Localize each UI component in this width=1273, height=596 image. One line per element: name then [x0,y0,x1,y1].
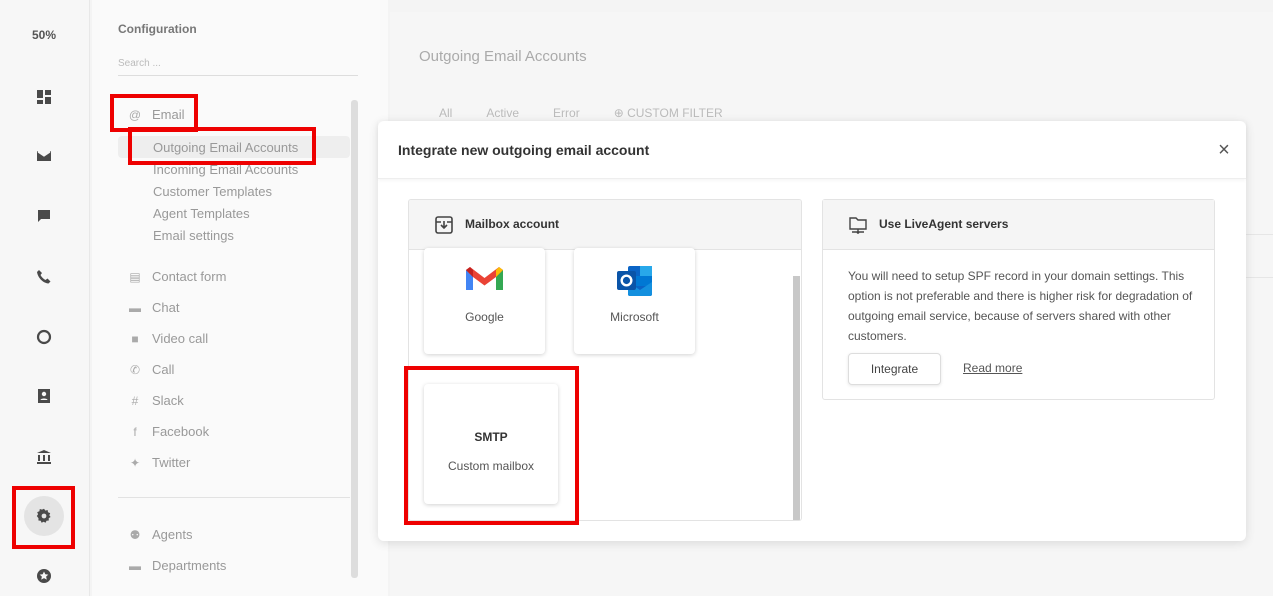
menu-group-email-label: Email [152,107,185,122]
contacts-icon[interactable] [24,376,64,416]
menu-group-contact-form-label: Contact form [152,269,227,284]
menu-group-call-label: Call [152,362,175,377]
menu-group-call[interactable]: ✆ Call [126,362,174,377]
menu-group-departments[interactable]: ▬ Departments [126,558,226,573]
microsoft-label: Microsoft [610,310,659,324]
mailbox-account-card: Mailbox account Google Microsoft SMTP Cu… [408,199,802,521]
icon-rail: 50% [0,0,90,596]
filter-tabs: All Active Error ⊕ CUSTOM FILTER [439,106,757,120]
google-tile[interactable]: Google [424,248,545,354]
configuration-title: Configuration [118,22,197,36]
menu-group-agents[interactable]: ⚉ Agents [126,527,193,542]
menu-group-video-call[interactable]: ■ Video call [126,331,208,346]
tab-custom-filter-label: CUSTOM FILTER [627,106,723,120]
modal-title: Integrate new outgoing email account [398,142,650,158]
menu-group-contact-form[interactable]: ▤ Contact form [126,269,226,284]
mailbox-scrollbar[interactable] [793,276,800,520]
smtp-description: Custom mailbox [447,459,535,473]
menu-group-twitter-label: Twitter [152,455,191,470]
at-sign-icon: @ [128,108,142,122]
menu-group-slack[interactable]: # Slack [126,393,184,408]
microsoft-tile[interactable]: Microsoft [574,248,695,354]
menu-item-outgoing-email-accounts[interactable]: Outgoing Email Accounts [153,140,298,155]
chat-bubble-icon: ▬ [129,301,141,315]
reports-icon[interactable] [24,317,64,357]
folder-icon: ▬ [129,559,141,573]
liveagent-card-title: Use LiveAgent servers [879,217,1009,231]
config-search-input[interactable]: Search ... [118,58,358,76]
menu-group-email[interactable]: @ Email [126,107,185,122]
add-circle-icon: ⊕ [613,106,628,120]
plugins-icon[interactable] [24,556,64,596]
menu-group-facebook-label: Facebook [152,424,210,439]
tab-active[interactable]: Active [486,106,519,120]
phone-icon[interactable] [24,257,64,297]
dashboard-icon[interactable] [24,77,64,117]
integrate-button[interactable]: Integrate [848,353,941,385]
menu-group-chat[interactable]: ▬ Chat [126,300,179,315]
server-folder-icon [849,217,867,234]
row-divider [1245,277,1273,278]
phone-icon: ✆ [129,363,141,377]
video-icon: ■ [131,332,139,346]
modal-header: Integrate new outgoing email account × [378,121,1246,179]
facebook-icon: f [133,425,137,439]
smtp-tile[interactable]: SMTP Custom mailbox [424,384,558,504]
menu-group-agents-label: Agents [152,527,193,542]
zoom-level[interactable]: 50% [0,28,88,42]
mailbox-card-title: Mailbox account [465,217,560,231]
menu-group-facebook[interactable]: f Facebook [126,424,209,439]
mailbox-card-header: Mailbox account [409,200,801,250]
people-icon: ⚉ [129,528,141,542]
google-label: Google [465,310,504,324]
menu-scrollbar[interactable] [351,100,358,578]
row-divider [1245,234,1273,235]
menu-item-incoming-email-accounts[interactable]: Incoming Email Accounts [153,162,298,177]
slack-icon: # [131,394,139,408]
knowledgebase-icon[interactable] [24,437,64,477]
tab-custom-filter[interactable]: ⊕ CUSTOM FILTER [614,106,723,120]
menu-item-email-settings[interactable]: Email settings [153,228,234,243]
settings-icon[interactable] [24,496,64,536]
read-more-link[interactable]: Read more [963,361,1022,375]
smtp-title: SMTP [474,430,508,444]
menu-item-agent-templates[interactable]: Agent Templates [153,206,250,221]
twitter-icon: ✦ [129,456,141,470]
menu-divider [118,497,350,498]
liveagent-card-header: Use LiveAgent servers [823,200,1214,250]
chat-icon[interactable] [24,196,64,236]
liveagent-description: You will need to setup SPF record in you… [848,269,1193,343]
outlook-icon [617,266,652,296]
page-title: Outgoing Email Accounts [419,48,587,65]
close-icon[interactable]: × [1214,140,1234,160]
menu-group-slack-label: Slack [152,393,184,408]
tab-all[interactable]: All [439,106,452,120]
inbox-download-icon [435,216,453,234]
menu-item-customer-templates[interactable]: Customer Templates [153,184,272,199]
configuration-menu: Configuration Search ... @ Email Outgoing… [92,0,388,596]
menu-group-chat-label: Chat [152,300,180,315]
tab-error[interactable]: Error [553,106,580,120]
menu-group-video-call-label: Video call [152,331,209,346]
email-icon[interactable] [24,136,64,176]
form-icon: ▤ [129,270,141,284]
menu-group-twitter[interactable]: ✦ Twitter [126,455,190,470]
gmail-icon [466,267,503,290]
liveagent-servers-card: Use LiveAgent servers You will need to s… [822,199,1215,400]
menu-group-departments-label: Departments [152,558,227,573]
integrate-modal: Integrate new outgoing email account × M… [378,121,1246,541]
